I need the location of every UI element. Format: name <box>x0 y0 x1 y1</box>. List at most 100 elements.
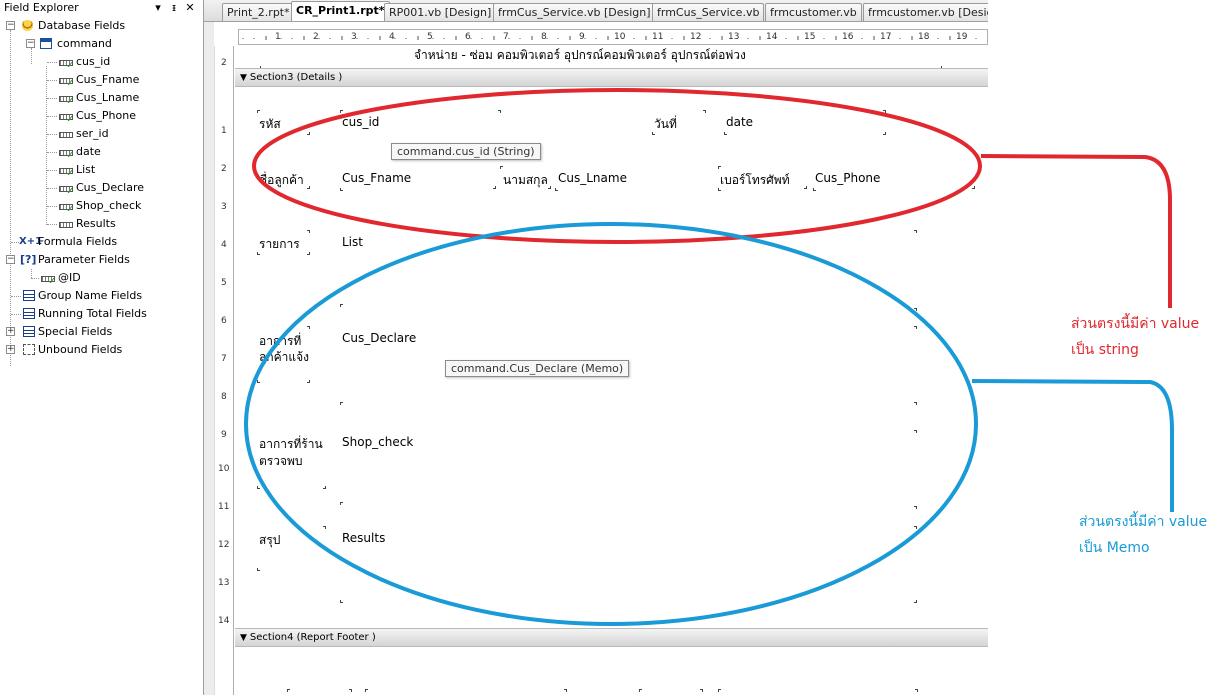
tree-node-label: Unbound Fields <box>38 343 123 356</box>
tree-node-field-cus-id[interactable]: ✓ cus_id <box>0 53 203 71</box>
tree-node-label: Parameter Fields <box>38 253 130 266</box>
tree-node-formula-fields[interactable]: X+1 Formula Fields <box>0 233 203 251</box>
label-symptom-customer-2[interactable]: ลูกค้าแจ้ง <box>259 348 309 367</box>
expand-icon[interactable]: + <box>6 327 15 336</box>
tree-node-label: cus_id <box>76 55 111 68</box>
tab-frmcus-service-design[interactable]: frmCus_Service.vb [Design] <box>493 3 656 21</box>
tree-node-unbound-fields[interactable]: + Unbound Fields <box>0 341 203 359</box>
tooltip-cus-id: command.cus_id (String) <box>391 143 541 160</box>
tree-node-database-fields[interactable]: − Database Fields <box>0 17 203 35</box>
ruler-mark: 2 <box>221 164 227 174</box>
collapse-icon[interactable]: − <box>6 255 15 264</box>
field-explorer-title: Field Explorer <box>4 1 79 14</box>
checkmark-icon: ✓ <box>66 186 75 197</box>
tree-node-field-list[interactable]: ✓ List <box>0 161 203 179</box>
tree-node-command[interactable]: − command <box>0 35 203 53</box>
close-icon[interactable]: ✕ <box>184 0 196 15</box>
collapse-triangle-icon[interactable]: ▼ <box>240 633 247 643</box>
tree-node-label: Cus_Fname <box>76 73 140 86</box>
collapse-icon[interactable]: − <box>26 39 35 48</box>
parameter-icon: [?] <box>20 253 37 266</box>
tab-cr-print1-rpt[interactable]: CR_Print1.rpt* <box>291 1 390 21</box>
label-date[interactable]: วันที่ <box>654 115 677 134</box>
tab-print-2-rpt[interactable]: Print_2.rpt* <box>222 3 295 21</box>
collapse-triangle-icon[interactable]: ▼ <box>240 73 247 83</box>
tab-frmcus-service-vb[interactable]: frmCus_Service.vb <box>652 3 765 21</box>
label-surname[interactable]: นามสกุล <box>503 171 548 190</box>
label-summary[interactable]: สรุป <box>259 531 280 550</box>
tree-node-field-results[interactable]: Results <box>0 215 203 233</box>
ruler-mark: 18 <box>918 32 930 42</box>
ruler-mark: 4 <box>389 32 395 42</box>
report-canvas[interactable]: จำหน่าย - ซ่อม คอมพิวเตอร์ อุปกรณ์คอมพิว… <box>235 46 988 695</box>
collapse-icon[interactable]: − <box>6 21 15 30</box>
tree-node-field-cus-phone[interactable]: ✓ Cus_Phone <box>0 107 203 125</box>
annotation-note-line: ส่วนตรงนี้มีค่า value <box>1071 316 1200 332</box>
vertical-ruler[interactable]: 2 1 2 3 4 5 6 7 8 9 10 11 12 13 14 <box>214 46 234 695</box>
tree-node-label: Cus_Declare <box>76 181 145 194</box>
field-date[interactable]: date <box>726 115 753 129</box>
field-cus-lname[interactable]: Cus_Lname <box>558 171 627 185</box>
ruler-mark: 17 <box>880 32 892 42</box>
ruler-mark: 12 <box>690 32 702 42</box>
expand-icon[interactable]: + <box>6 345 15 354</box>
ruler-mark: 5 <box>221 278 227 288</box>
label-list[interactable]: รายการ <box>259 235 300 254</box>
field-cus-id[interactable]: cus_id <box>342 115 379 129</box>
field-shop-check[interactable]: Shop_check <box>342 435 413 449</box>
tree-node-parameter-id[interactable]: ✓ @ID <box>0 269 203 287</box>
tree-node-label: date <box>76 145 101 158</box>
label-code[interactable]: รหัส <box>259 115 281 134</box>
tree-node-special-fields[interactable]: + Special Fields <box>0 323 203 341</box>
tree-node-running-total-fields[interactable]: Running Total Fields <box>0 305 203 323</box>
ruler-mark: 8 <box>541 32 547 42</box>
tab-frmcustomer-design[interactable]: frmcustomer.vb [Design] <box>863 3 988 21</box>
tree-node-field-cus-declare[interactable]: ✓ Cus_Declare <box>0 179 203 197</box>
field-list[interactable]: List <box>342 235 363 249</box>
ruler-mark: 10 <box>614 32 626 42</box>
ruler-mark: 15 <box>804 32 816 42</box>
tree-node-label: Shop_check <box>76 199 142 212</box>
field-cus-phone[interactable]: Cus_Phone <box>815 171 880 185</box>
designer-gutter <box>204 22 214 695</box>
ruler-mark: 4 <box>221 240 227 250</box>
label-symptom-shop-2[interactable]: ตรวจพบ <box>259 452 303 471</box>
tree-node-field-ser-id[interactable]: ser_id <box>0 125 203 143</box>
checkmark-icon: ✓ <box>66 96 75 107</box>
section-details-bar[interactable]: ▼ Section3 (Details ) <box>235 68 988 87</box>
tree-node-field-cus-fname[interactable]: ✓ Cus_Fname <box>0 71 203 89</box>
report-header-text[interactable]: จำหน่าย - ซ่อม คอมพิวเตอร์ อุปกรณ์คอมพิว… <box>414 46 746 65</box>
field-cus-fname[interactable]: Cus_Fname <box>342 171 411 185</box>
tree-node-field-date[interactable]: ✓ date <box>0 143 203 161</box>
section-report-footer-bar[interactable]: ▼ Section4 (Report Footer ) <box>235 628 988 647</box>
tree-node-label: Cus_Phone <box>76 109 136 122</box>
horizontal-ruler[interactable]: 1 2 3 4 5 6 7 8 9 10 11 12 13 14 15 16 1… <box>238 29 988 45</box>
unbound-fields-icon <box>23 344 35 355</box>
tree-node-label: List <box>76 163 96 176</box>
ruler-mark: 11 <box>652 32 664 42</box>
ruler-mark: 14 <box>218 616 230 626</box>
tree-node-parameter-fields[interactable]: − [?] Parameter Fields <box>0 251 203 269</box>
group-icon <box>23 290 35 301</box>
table-icon <box>40 38 52 49</box>
dropdown-icon[interactable]: ▾ <box>152 0 164 15</box>
tree-node-field-cus-lname[interactable]: ✓ Cus_Lname <box>0 89 203 107</box>
tab-frmcustomer-vb[interactable]: frmcustomer.vb <box>765 3 862 21</box>
pin-icon[interactable]: ᵻ <box>168 0 180 15</box>
label-phone[interactable]: เบอร์โทรศัพท์ <box>720 171 790 190</box>
tab-rp001-design[interactable]: RP001.vb [Design] <box>384 3 497 21</box>
tree-node-label: Running Total Fields <box>38 307 147 320</box>
tree-node-field-shop-check[interactable]: ✓ Shop_check <box>0 197 203 215</box>
field-cus-declare[interactable]: Cus_Declare <box>342 331 416 345</box>
tree-node-label: @ID <box>58 271 81 284</box>
tree-node-label: Results <box>76 217 116 230</box>
ruler-mark: 6 <box>465 32 471 42</box>
tree-node-group-name-fields[interactable]: Group Name Fields <box>0 287 203 305</box>
ruler-mark: 7 <box>503 32 509 42</box>
ruler-mark: 16 <box>842 32 854 42</box>
field-results[interactable]: Results <box>342 531 385 545</box>
ruler-mark: 19 <box>956 32 968 42</box>
label-customer-name[interactable]: ชื่อลูกค้า <box>259 171 304 190</box>
checkmark-icon: ✓ <box>66 204 75 215</box>
section-details-label: Section3 (Details ) <box>249 72 343 83</box>
